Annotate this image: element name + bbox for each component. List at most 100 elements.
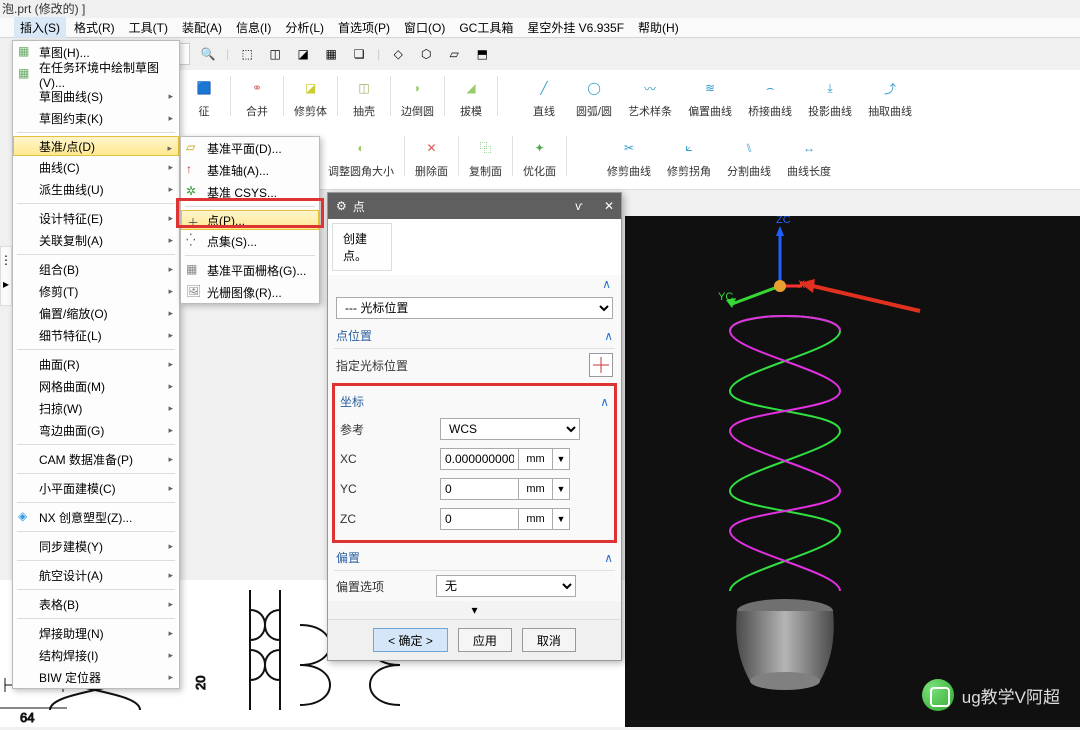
menu-item[interactable]: 扫掠(W)▸: [13, 397, 179, 419]
ok-button[interactable]: < 确定 >: [373, 628, 448, 652]
tool-icon-1[interactable]: ◇: [388, 44, 408, 64]
type-select[interactable]: --- 光标位置: [336, 297, 613, 319]
ref-select[interactable]: WCS: [440, 418, 580, 440]
menu-item[interactable]: ▦在任务环境中绘制草图(V)...: [13, 63, 179, 85]
rb-offset[interactable]: ≋偏置曲线: [680, 72, 740, 121]
3d-viewport[interactable]: ZC YC XC: [625, 216, 1080, 727]
submenu-item[interactable]: ▱基准平面(D)...: [181, 137, 319, 159]
rb-shell[interactable]: ◫抽壳: [340, 72, 388, 121]
menu-plugin[interactable]: 星空外挂 V6.935F: [521, 17, 630, 38]
shade-icon[interactable]: ◪: [293, 44, 313, 64]
specify-point-button[interactable]: [589, 353, 613, 377]
fit-icon[interactable]: ⬚: [237, 44, 257, 64]
menu-item[interactable]: 偏置/缩放(O)▸: [13, 302, 179, 324]
menu-item[interactable]: 焊接助理(N)▸: [13, 622, 179, 644]
rb-extract[interactable]: ⤴抽取曲线: [860, 72, 920, 121]
rb-edgeblend[interactable]: ◗边倒圆: [393, 72, 442, 121]
menu-help[interactable]: 帮助(H): [632, 17, 685, 38]
rb-trimcorner[interactable]: ⟀修剪拐角: [659, 132, 719, 181]
rb-optface[interactable]: ✦优化面: [515, 132, 564, 181]
datum-point-submenu: ▱基准平面(D)...↑基准轴(A)...✲基准 CSYS... ＋点(P)...…: [180, 136, 320, 304]
xc-dropdown[interactable]: ▼: [552, 448, 570, 470]
rb-delface[interactable]: ✕删除面: [407, 132, 456, 181]
menu-item[interactable]: 基准/点(D)▸: [13, 136, 179, 156]
menu-item[interactable]: CAM 数据准备(P)▸: [13, 448, 179, 470]
section-point-location[interactable]: 点位置∧: [334, 323, 615, 349]
menu-item[interactable]: 细节特征(L)▸: [13, 324, 179, 346]
menu-item[interactable]: 弯边曲面(G)▸: [13, 419, 179, 441]
dialog-titlebar[interactable]: ⚙ 点 ѵ ✕: [328, 193, 621, 219]
menu-item[interactable]: ◈NX 创意塑型(Z)...: [13, 506, 179, 528]
menu-item[interactable]: 草图约束(K)▸: [13, 107, 179, 129]
menu-item[interactable]: 草图曲线(S)▸: [13, 85, 179, 107]
dialog-reset-icon[interactable]: ѵ: [567, 196, 591, 216]
rb-draft[interactable]: ◢拔模: [447, 72, 495, 121]
submenu-item[interactable]: 🖼光栅图像(R)...: [181, 281, 319, 303]
rb-trimbody[interactable]: ◪修剪体: [286, 72, 335, 121]
menu-format[interactable]: 格式(R): [68, 17, 121, 38]
rb-trimcurve[interactable]: ✂修剪曲线: [599, 132, 659, 181]
offset-select[interactable]: 无: [436, 575, 576, 597]
menu-info[interactable]: 信息(I): [230, 17, 277, 38]
yc-input[interactable]: [440, 478, 518, 500]
menu-insert[interactable]: 插入(S): [14, 17, 66, 38]
menu-item[interactable]: 曲面(R)▸: [13, 353, 179, 375]
menu-item[interactable]: 派生曲线(U)▸: [13, 178, 179, 200]
left-tab-strip[interactable]: ⋮ ▸: [0, 246, 12, 306]
menu-item[interactable]: 关联复制(A)▸: [13, 229, 179, 251]
rb-bridge[interactable]: ⌢桥接曲线: [740, 72, 800, 121]
menu-assembly[interactable]: 装配(A): [176, 17, 228, 38]
menu-analysis[interactable]: 分析(L): [279, 17, 330, 38]
rb-feature[interactable]: 🟦征: [180, 72, 228, 121]
cube-icon[interactable]: ❏: [349, 44, 369, 64]
wire-icon[interactable]: ▦: [321, 44, 341, 64]
yc-dropdown[interactable]: ▼: [552, 478, 570, 500]
rb-arc[interactable]: ◯圆弧/圆: [568, 72, 620, 121]
submenu-item[interactable]: ▦基准平面栅格(G)...: [181, 259, 319, 281]
menu-item[interactable]: 小平面建模(C)▸: [13, 477, 179, 499]
menu-item[interactable]: 网格曲面(M)▸: [13, 375, 179, 397]
rb-project[interactable]: ⤓投影曲线: [800, 72, 860, 121]
menu-item[interactable]: 组合(B)▸: [13, 258, 179, 280]
submenu-item[interactable]: ↑基准轴(A)...: [181, 159, 319, 181]
tool-icon-3[interactable]: ▱: [444, 44, 464, 64]
menu-item[interactable]: 表格(B)▸: [13, 593, 179, 615]
section-offset[interactable]: 偏置∧: [334, 545, 615, 571]
section-coords[interactable]: 坐标∧: [338, 389, 611, 414]
submenu-item[interactable]: ⁛点集(S)...: [181, 230, 319, 252]
rb-splitcurve[interactable]: ⑊分割曲线: [719, 132, 779, 181]
apply-button[interactable]: 应用: [458, 628, 512, 652]
menu-item[interactable]: BIW 定位器▸: [13, 666, 179, 688]
menu-window[interactable]: 窗口(O): [398, 17, 451, 38]
zc-input[interactable]: [440, 508, 518, 530]
menu-gctool[interactable]: GC工具箱: [453, 17, 519, 38]
menu-tools[interactable]: 工具(T): [123, 17, 174, 38]
menu-item[interactable]: 设计特征(E)▸: [13, 207, 179, 229]
menu-item[interactable]: 航空设计(A)▸: [13, 564, 179, 586]
rb-curvelen[interactable]: ↔曲线长度: [779, 132, 839, 181]
tool-icon-2[interactable]: ⬡: [416, 44, 436, 64]
menu-item[interactable]: 修剪(T)▸: [13, 280, 179, 302]
xc-input[interactable]: [440, 448, 518, 470]
rb-unite[interactable]: ⚭合并: [233, 72, 281, 121]
submenu-item[interactable]: ✲基准 CSYS...: [181, 181, 319, 203]
cancel-button[interactable]: 取消: [522, 628, 576, 652]
zc-dropdown[interactable]: ▼: [552, 508, 570, 530]
menu-item[interactable]: 曲线(C)▸: [13, 156, 179, 178]
strip-icon-1[interactable]: ⋮: [0, 253, 12, 267]
rb-spline[interactable]: 〰艺术样条: [620, 72, 680, 121]
collapse-icon[interactable]: ∧: [602, 277, 611, 291]
box-icon[interactable]: ◫: [265, 44, 285, 64]
tool-icon-4[interactable]: ⬒: [472, 44, 492, 64]
strip-icon-2[interactable]: ▸: [3, 277, 9, 291]
rb-copyface[interactable]: ⿻复制面: [461, 132, 510, 181]
collapse-toggle[interactable]: ▾: [328, 601, 621, 619]
rb-resize[interactable]: ◐调整圆角大小: [320, 132, 402, 181]
rb-line[interactable]: ╱直线: [520, 72, 568, 121]
search-icon[interactable]: 🔍: [198, 44, 218, 64]
menu-item[interactable]: 同步建模(Y)▸: [13, 535, 179, 557]
dialog-close-icon[interactable]: ✕: [597, 196, 621, 216]
submenu-item[interactable]: ＋点(P)...: [181, 210, 319, 230]
menu-item[interactable]: 结构焊接(I)▸: [13, 644, 179, 666]
menu-preferences[interactable]: 首选项(P): [332, 17, 396, 38]
